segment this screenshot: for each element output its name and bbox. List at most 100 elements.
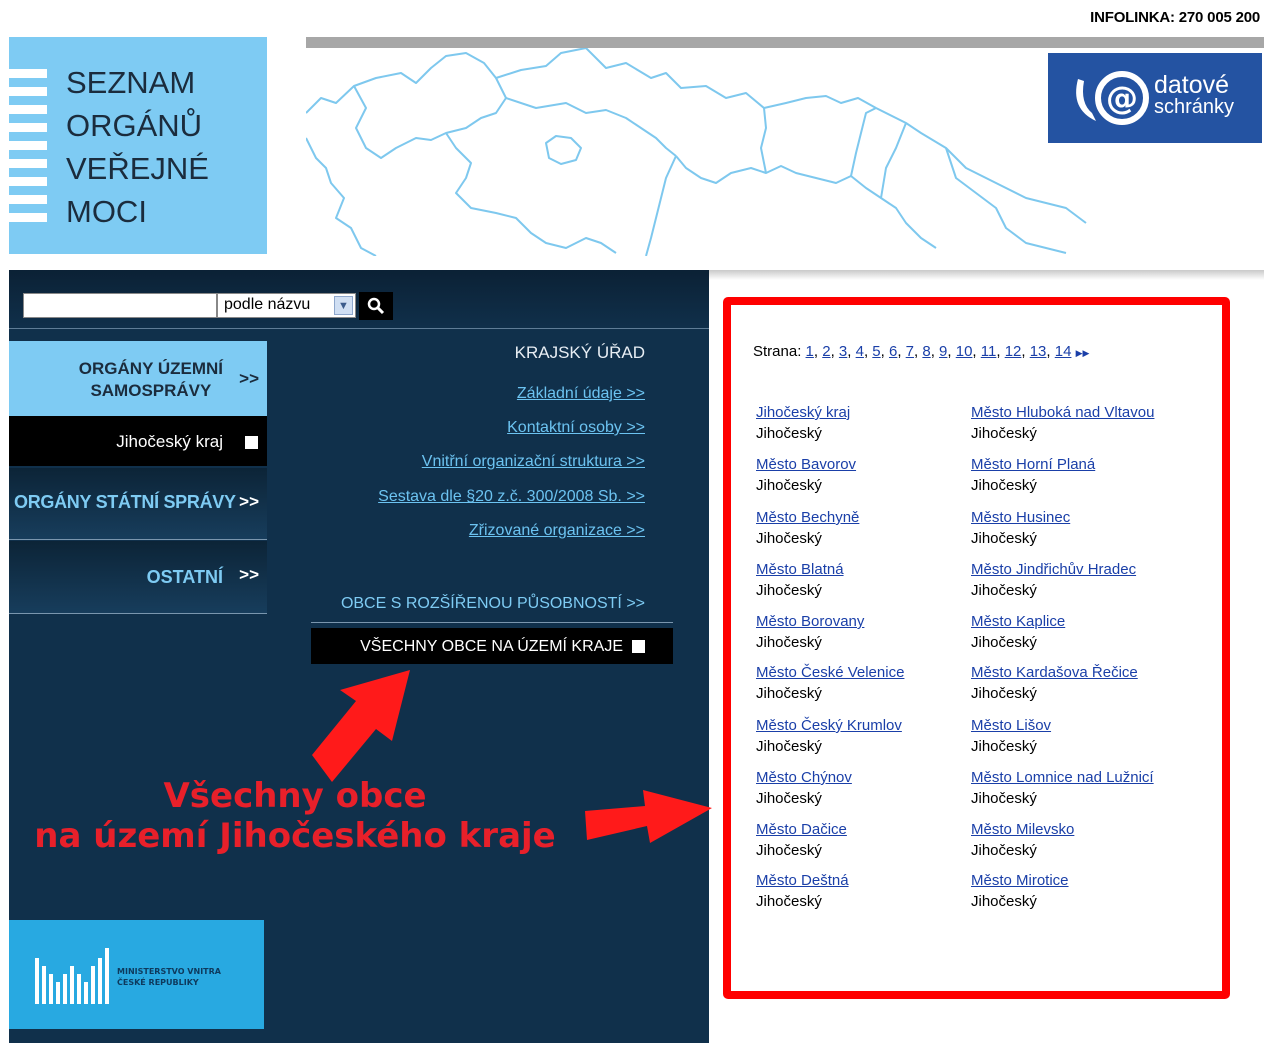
site-logo[interactable]: SEZNAM ORGÁNŮ VEŘEJNÉ MOCI [9, 37, 267, 254]
page-link[interactable]: 5 [872, 343, 880, 360]
ministry-name-line: MINISTERSTVO VNITRA [117, 967, 221, 976]
list-item: Město Dačice Jihočeský [756, 819, 966, 861]
logo-line: VEŘEJNÉ [66, 151, 209, 186]
region-label: Jihočeský [971, 582, 1037, 599]
organization-link[interactable]: Město Husinec [971, 507, 1181, 528]
link-zakladni-udaje[interactable]: Základní údaje >> [517, 385, 645, 403]
logo-stripe [9, 87, 47, 96]
page-link[interactable]: 13 [1030, 343, 1047, 360]
menu-label: Jihočeský kraj [116, 432, 223, 451]
list-item: Město Horní Planá Jihočeský [971, 454, 1181, 496]
annotation-text: Všechny obce na území Jihočeského kraje [0, 776, 590, 856]
link-zrizovane-organizace[interactable]: Zřizované organizace >> [469, 522, 645, 540]
search-button[interactable] [359, 292, 393, 320]
svg-text:@: @ [1106, 79, 1138, 117]
organization-link[interactable]: Město Deštná [756, 870, 966, 891]
organization-link[interactable]: Město Jindřichův Hradec [971, 559, 1181, 580]
menu-label: ORGÁNY ÚZEMNÍ SAMOSPRÁVY [79, 358, 223, 402]
list-item: Město Husinec Jihočeský [971, 507, 1181, 549]
region-label: Jihočeský [971, 425, 1037, 442]
organization-link[interactable]: Jihočeský kraj [756, 402, 966, 423]
list-item: Město Kaplice Jihočeský [971, 611, 1181, 653]
organization-link[interactable]: Město Horní Planá [971, 454, 1181, 475]
menu-vsechny-obce[interactable]: VŠECHNY OBCE NA ÚZEMÍ KRAJE [311, 628, 673, 664]
search-input[interactable] [23, 293, 217, 318]
region-label: Jihočeský [971, 842, 1037, 859]
page-link[interactable]: 14 [1055, 343, 1072, 360]
region-label: Jihočeský [756, 738, 822, 755]
list-item: Jihočeský kraj Jihočeský [756, 402, 966, 444]
page-link[interactable]: 3 [839, 343, 847, 360]
page-link[interactable]: 7 [906, 343, 914, 360]
organization-link[interactable]: Město Kardašova Řečice [971, 662, 1181, 683]
region-label: Jihočeský [756, 790, 822, 807]
panel-shade [709, 270, 1264, 280]
ministry-logo[interactable]: MINISTERSTVO VNITRA ČESKÉ REPUBLIKY [9, 920, 264, 1029]
menu-obce-rozsirena-pusobnost[interactable]: OBCE S ROZŠÍŘENOU PŮSOBNOSTÍ >> [341, 595, 645, 613]
logo-stripe [9, 141, 47, 150]
list-item: Město Deštná Jihočeský [756, 870, 966, 912]
search-mode-select[interactable]: podle názvu ▼ [217, 293, 356, 318]
organization-link[interactable]: Město Milevsko [971, 819, 1181, 840]
region-label: Jihočeský [756, 582, 822, 599]
header-bar [306, 37, 1264, 48]
page-link[interactable]: 4 [856, 343, 864, 360]
logo-stripe [9, 177, 47, 186]
organization-link[interactable]: Město Kaplice [971, 611, 1181, 632]
menu-label-line: ORGÁNY ÚZEMNÍ [78, 359, 223, 378]
search-icon [367, 297, 385, 315]
link-kontaktni-osoby[interactable]: Kontaktní osoby >> [507, 419, 645, 437]
ministry-name-line: ČESKÉ REPUBLIKY [117, 978, 199, 987]
link-sestava[interactable]: Sestava dle §20 z.č. 300/2008 Sb. >> [378, 488, 645, 506]
list-item: Město Kardašova Řečice Jihočeský [971, 662, 1181, 704]
page-link[interactable]: 11 [981, 343, 997, 360]
organization-link[interactable]: Město Mirotice [971, 870, 1181, 891]
annotation-line: na území Jihočeského kraje [34, 816, 556, 856]
annotation-line: Všechny obce [163, 776, 427, 816]
page-link[interactable]: 6 [889, 343, 897, 360]
menu-ostatni[interactable]: OSTATNÍ >> [9, 541, 267, 614]
next-page-icon[interactable]: ▶▶ [1076, 348, 1090, 358]
organization-link[interactable]: Město Lomnice nad Lužnicí [971, 767, 1181, 788]
logo-stripe [9, 195, 47, 204]
page-link[interactable]: 9 [939, 343, 947, 360]
page-link[interactable]: 2 [822, 343, 830, 360]
organization-link[interactable]: Město Dačice [756, 819, 966, 840]
region-label: Jihočeský [756, 634, 822, 651]
list-item: Město Bavorov Jihočeský [756, 454, 966, 496]
infoline-phone: INFOLINKA: 270 005 200 [1090, 9, 1260, 26]
datove-schranky-logo[interactable]: @ datové schránky [1048, 53, 1262, 143]
logo-stripe [9, 213, 47, 222]
ds-logo-text: schránky [1154, 96, 1235, 118]
divider [9, 328, 709, 329]
menu-organy-uzemni-samospravy[interactable]: ORGÁNY ÚZEMNÍ SAMOSPRÁVY >> [9, 341, 267, 416]
organization-link[interactable]: Město Borovany [756, 611, 966, 632]
page-link[interactable]: 1 [806, 343, 814, 360]
list-item: Město Chýnov Jihočeský [756, 767, 966, 809]
organization-link[interactable]: Město Blatná [756, 559, 966, 580]
page-link[interactable]: 12 [1005, 343, 1022, 360]
organization-link[interactable]: Město Bavorov [756, 454, 966, 475]
logo-stripe [9, 105, 47, 114]
link-vnitrni-struktura[interactable]: Vnitřní organizační struktura >> [422, 453, 645, 471]
organization-link[interactable]: Město Hluboká nad Vltavou [971, 402, 1181, 423]
menu-organy-statni-spravy[interactable]: ORGÁNY STÁTNÍ SPRÁVY >> [9, 468, 267, 540]
pagination: Strana: 1, 2, 3, 4, 5, 6, 7, 8, 9, 10, 1… [753, 343, 1090, 360]
czech-map-image [306, 48, 1087, 256]
region-label: Jihočeský [971, 477, 1037, 494]
chevron-down-icon[interactable]: ▼ [334, 296, 353, 315]
organization-link[interactable]: Město Bechyně [756, 507, 966, 528]
logo-line: ORGÁNŮ [66, 108, 203, 143]
organization-link[interactable]: Město Lišov [971, 715, 1181, 736]
organization-link[interactable]: Město Český Krumlov [756, 715, 966, 736]
organization-link[interactable]: Město České Velenice [756, 662, 966, 683]
menu-jihocesky-kraj[interactable]: Jihočeský kraj [9, 416, 267, 466]
list-item: Město Lomnice nad Lužnicí Jihočeský [971, 767, 1181, 809]
menu-label: VŠECHNY OBCE NA ÚZEMÍ KRAJE [360, 638, 623, 655]
organization-link[interactable]: Město Chýnov [756, 767, 966, 788]
region-label: Jihočeský [971, 530, 1037, 547]
page-link[interactable]: 10 [956, 343, 973, 360]
page-link[interactable]: 8 [922, 343, 930, 360]
double-chevron-icon: >> [239, 369, 259, 388]
search-mode-value: podle názvu [224, 296, 311, 313]
